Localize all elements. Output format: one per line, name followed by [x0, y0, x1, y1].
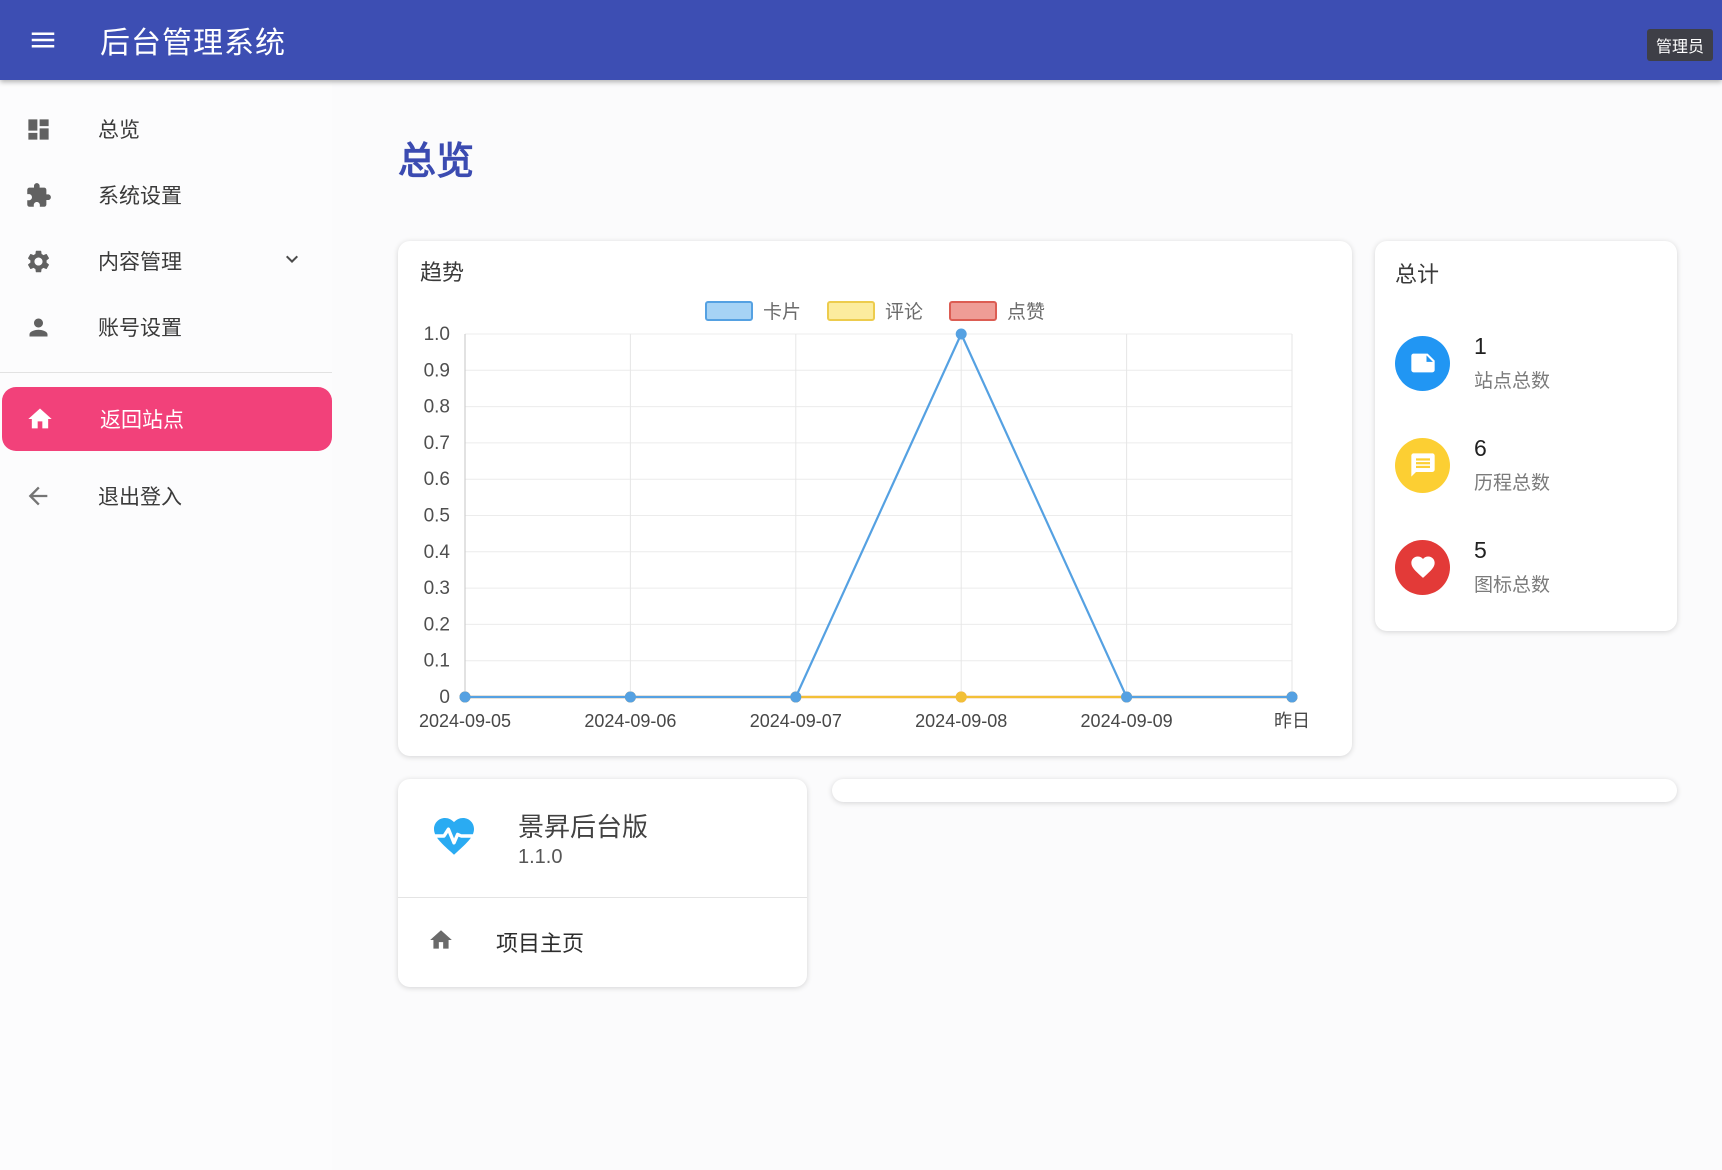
- arrow-back-icon: [24, 482, 52, 510]
- trend-chart-svg: 1.0 0.9 0.8 0.7 0.6 0.5 0.4 0.3 0.2 0.1 0 2024-09-0…: [398, 321, 1352, 756]
- stat-row-sites: 1 站点总数: [1395, 333, 1657, 393]
- legend-item[interactable]: 点赞: [949, 297, 1045, 324]
- svg-text:0.6: 0.6: [424, 469, 450, 490]
- sidebar-item-label: 总览: [98, 114, 140, 144]
- placeholder-card: [832, 779, 1677, 802]
- stat-value: 5: [1474, 537, 1550, 564]
- totals-card-title: 总计: [1395, 257, 1657, 289]
- totals-card: 总计 1 站点总数 6 历程总数: [1375, 241, 1677, 631]
- stat-value: 6: [1474, 435, 1550, 462]
- svg-text:0.2: 0.2: [424, 614, 450, 635]
- sidebar-item-account-settings[interactable]: 账号设置: [0, 294, 332, 360]
- project-home-row[interactable]: 项目主页: [398, 898, 807, 986]
- svg-text:2024-09-07: 2024-09-07: [750, 711, 842, 731]
- sidebar-item-content-management[interactable]: 内容管理: [0, 228, 332, 294]
- svg-text:2024-09-05: 2024-09-05: [419, 711, 511, 731]
- main-content: 总览 趋势 卡片 评论 点赞 1.0 0.9 0.8 0.7 0.6 0.5 0.4 0.3 0.2…: [332, 80, 1722, 987]
- sidebar-item-overview[interactable]: 总览: [0, 96, 332, 162]
- app-name: 景昇后台版: [518, 807, 648, 844]
- svg-text:0.4: 0.4: [424, 542, 451, 563]
- stat-label: 图标总数: [1474, 570, 1550, 597]
- svg-text:0.8: 0.8: [424, 397, 450, 418]
- legend-label: 评论: [885, 297, 923, 324]
- svg-text:2024-09-06: 2024-09-06: [584, 711, 676, 731]
- legend-label: 点赞: [1007, 297, 1045, 324]
- comment-icon: [1395, 438, 1450, 493]
- logout-button[interactable]: 退出登入: [0, 463, 332, 529]
- home-icon: [26, 405, 54, 433]
- legend-item[interactable]: 评论: [827, 297, 923, 324]
- admin-badge: 管理员: [1647, 29, 1713, 61]
- svg-text:1.0: 1.0: [424, 324, 450, 345]
- trend-card-title: 趋势: [420, 255, 464, 287]
- svg-text:0.1: 0.1: [424, 651, 450, 672]
- dashboard-icon: [24, 115, 52, 143]
- menu-icon[interactable]: [26, 23, 60, 57]
- svg-text:0.9: 0.9: [424, 360, 450, 381]
- legend-swatch: [949, 301, 997, 321]
- sidebar-item-label: 内容管理: [98, 246, 182, 276]
- logout-label: 退出登入: [98, 481, 182, 511]
- home-icon: [428, 927, 454, 958]
- legend-swatch: [827, 301, 875, 321]
- file-icon: [1395, 336, 1450, 391]
- svg-text:0: 0: [439, 687, 450, 708]
- extension-icon: [24, 181, 52, 209]
- stat-label: 站点总数: [1474, 366, 1550, 393]
- stat-row-icons: 5 图标总数: [1395, 537, 1657, 597]
- back-to-site-button[interactable]: 返回站点: [2, 387, 332, 451]
- heart-icon: [1395, 540, 1450, 595]
- svg-text:0.3: 0.3: [424, 578, 450, 599]
- legend-item[interactable]: 卡片: [705, 297, 801, 324]
- sidebar-item-system-settings[interactable]: 系统设置: [0, 162, 332, 228]
- trend-card: 趋势 卡片 评论 点赞 1.0 0.9 0.8 0.7 0.6 0.5 0.4 0.3 0.2 0.1…: [398, 241, 1352, 756]
- sidebar-item-label: 账号设置: [98, 312, 182, 342]
- back-to-site-label: 返回站点: [100, 404, 184, 434]
- app-title: 后台管理系统: [100, 18, 286, 62]
- heart-pulse-icon: [428, 812, 480, 865]
- app-info-card: 景昇后台版 1.1.0 项目主页: [398, 779, 807, 987]
- sidebar-item-label: 系统设置: [98, 180, 182, 210]
- svg-text:2024-09-08: 2024-09-08: [915, 711, 1007, 731]
- stat-value: 1: [1474, 333, 1550, 360]
- legend-label: 卡片: [763, 297, 801, 324]
- app-info-header: 景昇后台版 1.1.0: [398, 779, 807, 898]
- svg-text:2024-09-09: 2024-09-09: [1081, 711, 1173, 731]
- stat-row-history: 6 历程总数: [1395, 435, 1657, 495]
- sidebar: 总览 系统设置 内容管理 账号设置 返回站点 退出登入: [0, 80, 332, 1170]
- svg-text:0.5: 0.5: [424, 506, 450, 527]
- app-version: 1.1.0: [518, 846, 648, 869]
- svg-text:昨日: 昨日: [1274, 711, 1310, 731]
- svg-text:0.7: 0.7: [424, 433, 450, 454]
- sidebar-divider: [0, 372, 332, 373]
- gear-icon: [24, 247, 52, 275]
- topbar: 后台管理系统 管理员: [0, 0, 1722, 80]
- project-home-link[interactable]: 项目主页: [496, 926, 584, 958]
- legend-swatch: [705, 301, 753, 321]
- stat-label: 历程总数: [1474, 468, 1550, 495]
- page-title: 总览: [398, 130, 1722, 185]
- chevron-down-icon[interactable]: [280, 247, 304, 276]
- person-icon: [24, 313, 52, 341]
- chart-legend: 卡片 评论 点赞: [398, 297, 1352, 324]
